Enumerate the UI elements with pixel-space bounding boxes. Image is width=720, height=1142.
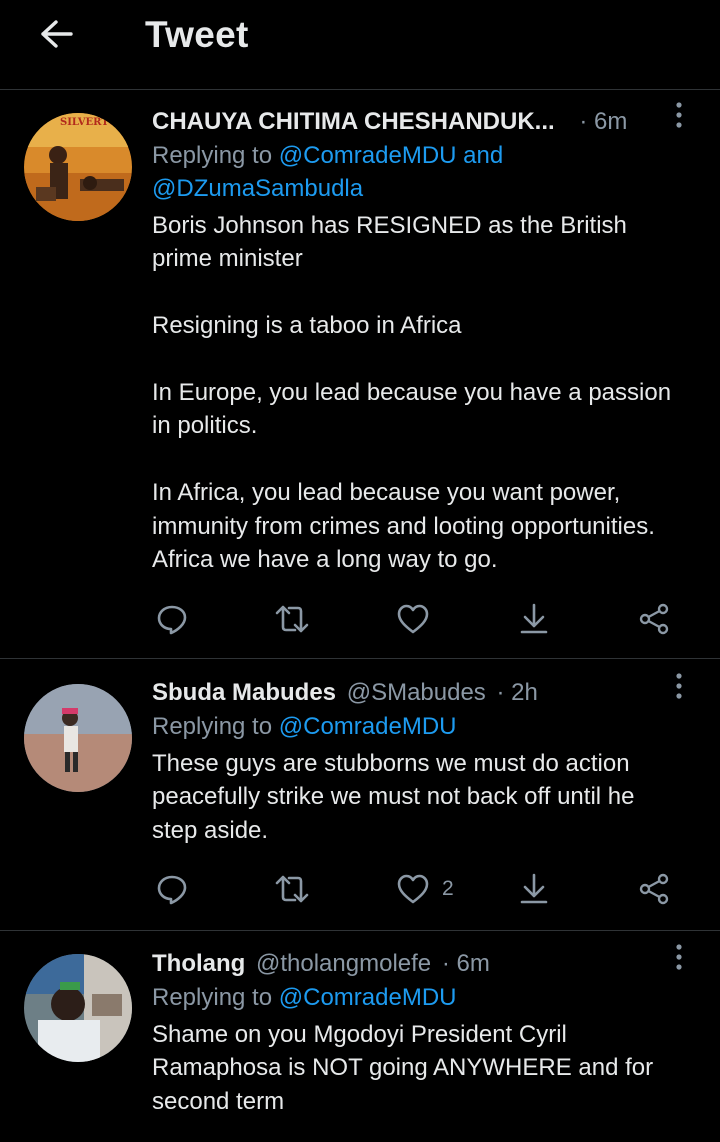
replying-to: Replying to @ComradeMDU and @DZumaSambud… xyxy=(152,139,694,205)
reply-button[interactable] xyxy=(156,869,188,909)
tweet-text-line: peacefully strike we must not back off u… xyxy=(152,783,635,811)
page-title: Tweet xyxy=(145,14,249,55)
like-button[interactable]: 2 xyxy=(396,869,454,909)
tweet-text-line: step aside. xyxy=(152,816,269,844)
replying-to: Replying to @ComradeMDU xyxy=(152,981,694,1014)
tweet-text-line: prime minister xyxy=(152,245,303,273)
retweet-button[interactable] xyxy=(274,599,310,639)
replying-to-label: Replying to xyxy=(152,713,279,740)
tweet-meta: Tholang @tholangmolefe · 6m xyxy=(152,944,694,981)
tweet-actions xyxy=(152,599,692,639)
reply-icon xyxy=(156,873,188,905)
replying-to: Replying to @ComradeMDU xyxy=(152,710,694,743)
tweet-meta: CHAUYA CHITIMA CHESHANDUK... · 6m xyxy=(152,102,694,139)
retweet-button[interactable] xyxy=(274,869,310,909)
heart-icon xyxy=(396,873,430,905)
like-count: 2 xyxy=(442,877,454,900)
mention-link[interactable]: @ComradeMDU xyxy=(279,984,457,1011)
tweet-text-line: Africa we have a long way to go. xyxy=(152,546,498,574)
tweet-text: Boris Johnson has RESIGNED as the Britis… xyxy=(152,209,694,576)
display-name[interactable]: CHAUYA CHITIMA CHESHANDUK... xyxy=(152,108,555,135)
more-vertical-icon xyxy=(675,944,683,980)
timestamp[interactable]: · 2h xyxy=(496,679,537,706)
tweet-item[interactable]: Sbuda Mabudes @SMabudes · 2h Replying to… xyxy=(0,660,720,931)
more-options-button[interactable] xyxy=(664,102,694,138)
share-button[interactable] xyxy=(638,599,670,639)
tweet-text-line: immunity from crimes and looting opportu… xyxy=(152,512,655,540)
tweet-text-line: In Europe, you lead because you have a p… xyxy=(152,379,672,406)
tweet-text-line: second term xyxy=(152,1087,285,1115)
tweet-item[interactable]: Tholang @tholangmolefe · 6m Replying to … xyxy=(0,932,720,1142)
retweet-icon xyxy=(274,873,310,905)
avatar[interactable]: SILVERTON SIL xyxy=(24,113,132,221)
tweet-meta: Sbuda Mabudes @SMabudes · 2h xyxy=(152,673,694,710)
tweet-text-line: in politics. xyxy=(152,412,258,440)
share-icon xyxy=(638,603,670,635)
mention-link[interactable]: @ComradeMDU xyxy=(279,713,457,740)
like-button[interactable] xyxy=(396,599,442,639)
download-icon xyxy=(518,872,550,906)
download-button[interactable] xyxy=(518,869,550,909)
display-name[interactable]: Sbuda Mabudes xyxy=(152,679,336,706)
replying-to-label: Replying to xyxy=(152,142,279,169)
tweet-text: Shame on you Mgodoyi President Cyril Ram… xyxy=(152,1018,694,1118)
avatar[interactable] xyxy=(24,954,132,1062)
arrow-left-icon xyxy=(38,18,74,55)
reply-icon xyxy=(156,603,188,635)
tweet-text-line: In Africa, you lead because you want pow… xyxy=(152,479,621,507)
retweet-icon xyxy=(274,603,310,635)
replying-to-label: Replying to xyxy=(152,984,279,1011)
timestamp[interactable]: · 6m xyxy=(442,950,490,977)
avatar[interactable] xyxy=(24,684,132,792)
tweet-text-line: Boris Johnson has RESIGNED as the Britis… xyxy=(152,212,627,239)
top-bar: Tweet xyxy=(0,0,720,90)
tweet-actions: 2 xyxy=(152,869,692,909)
display-name[interactable]: Tholang xyxy=(152,950,245,977)
user-handle[interactable]: @SMabudes xyxy=(347,679,486,706)
heart-icon xyxy=(396,603,430,635)
more-vertical-icon xyxy=(675,102,683,138)
share-button[interactable] xyxy=(638,869,670,909)
tweet-item[interactable]: SILVERTON SIL CHAUYA CHITIMA CHESHANDUK.… xyxy=(0,91,720,659)
share-icon xyxy=(638,873,670,905)
mention-link[interactable]: @ComradeMDU xyxy=(279,142,457,169)
tweet-text-line: Resigning is a taboo in Africa xyxy=(152,312,462,340)
more-vertical-icon xyxy=(675,673,683,709)
more-options-button[interactable] xyxy=(664,673,694,709)
more-options-button[interactable] xyxy=(664,944,694,980)
download-icon xyxy=(518,602,550,636)
mention-link[interactable]: @DZumaSambudla xyxy=(152,175,363,202)
back-button[interactable] xyxy=(32,14,80,58)
avatar-text: SILVERTON SIL xyxy=(60,117,132,128)
download-button[interactable] xyxy=(518,599,550,639)
tweet-text-line: These guys are stubborns we must do acti… xyxy=(152,750,630,777)
timestamp[interactable]: · 6m xyxy=(579,108,627,135)
tweet-text-line: Shame on you Mgodoyi President Cyril xyxy=(152,1021,567,1048)
user-handle[interactable]: @tholangmolefe xyxy=(256,950,431,977)
reply-button[interactable] xyxy=(156,599,188,639)
tweet-text: These guys are stubborns we must do acti… xyxy=(152,747,694,847)
tweet-text-line: Ramaphosa is NOT going ANYWHERE and for xyxy=(152,1054,654,1082)
mention-conjunction: and xyxy=(456,142,504,169)
